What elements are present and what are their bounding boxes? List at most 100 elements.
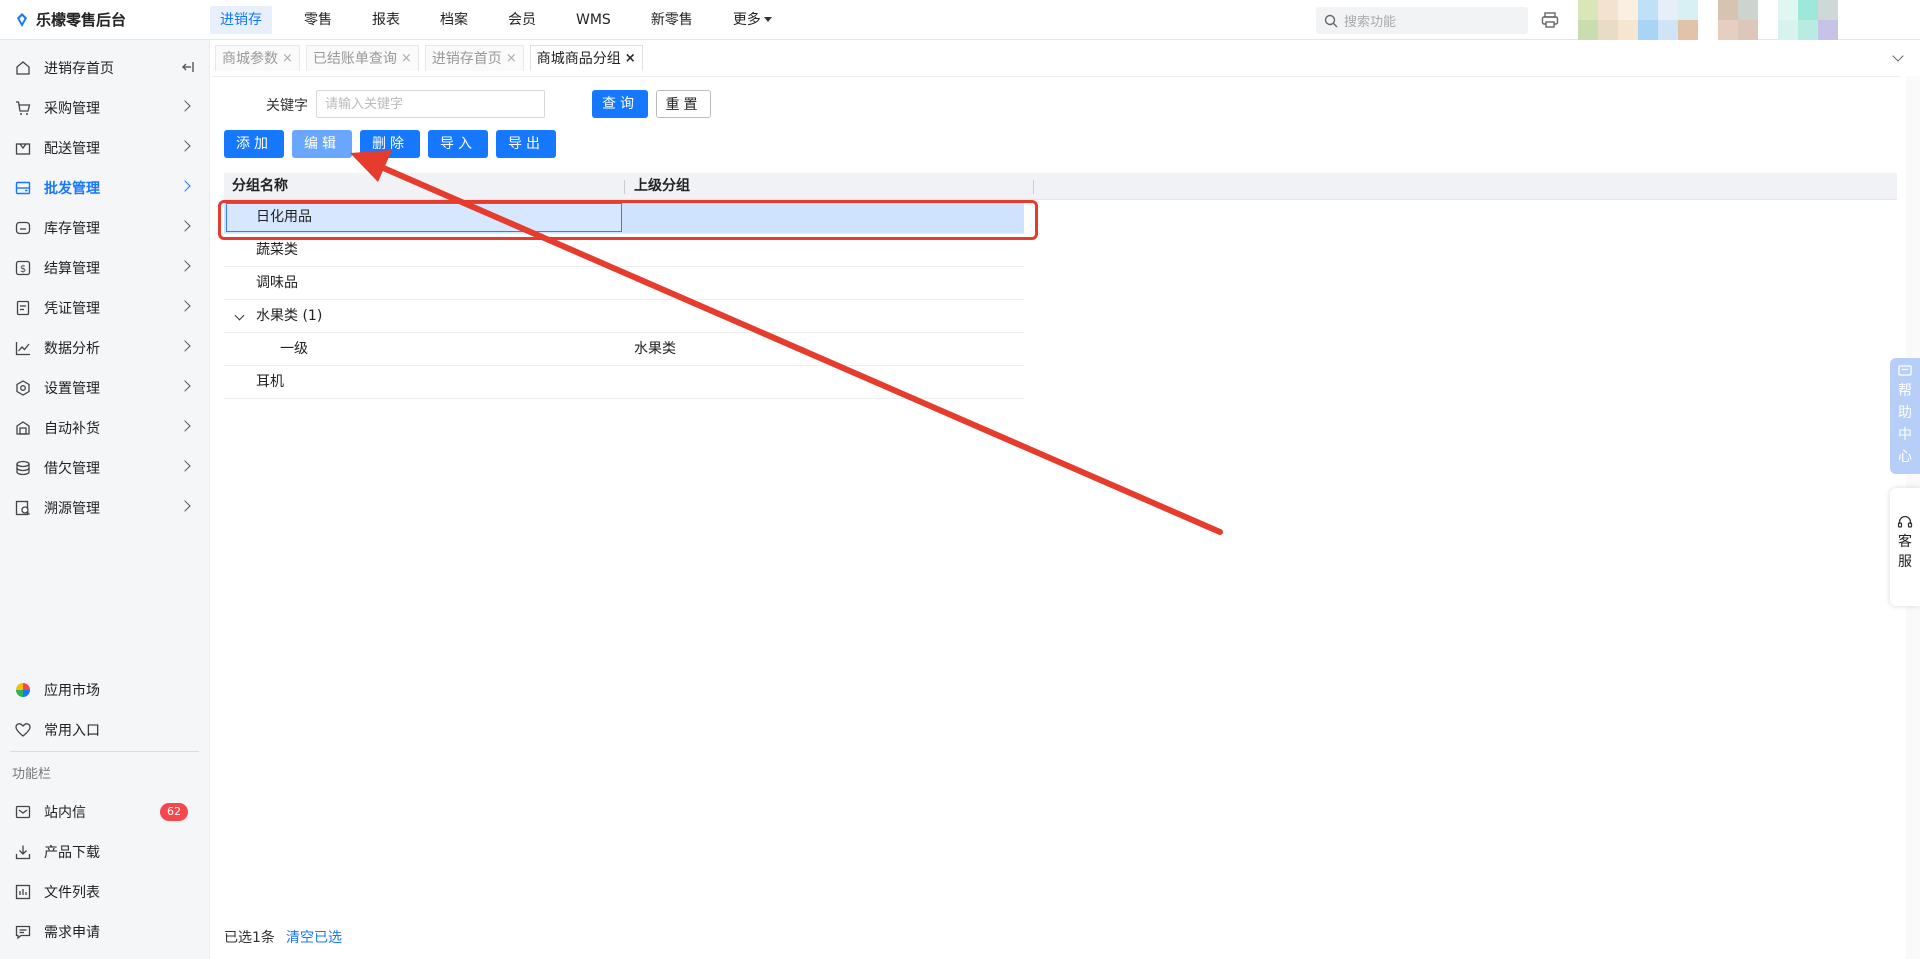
sidebar-item-label: 产品下载 (44, 845, 100, 861)
replenish-icon (14, 419, 32, 437)
column-header-parent-group[interactable]: 上级分组 (634, 173, 690, 200)
topnav-more-label: 更多 (732, 11, 761, 28)
mail-icon (14, 803, 32, 821)
import-button[interactable]: 导入 (428, 130, 488, 158)
help-center-label: 帮助中心 (1898, 383, 1912, 465)
group-name-cell: 调味品 (256, 275, 298, 291)
chevron-right-icon (179, 140, 191, 152)
column-resizer[interactable] (624, 180, 625, 194)
sidebar-item-home[interactable]: 进销存首页 (0, 48, 209, 88)
printer-icon[interactable] (1540, 10, 1560, 30)
sidebar-item-voucher[interactable]: 凭证管理 (0, 288, 209, 328)
group-name-cell: 耳机 (256, 374, 284, 390)
collapse-sidebar-icon[interactable] (181, 60, 195, 74)
close-icon[interactable]: × (506, 46, 517, 72)
delete-button[interactable]: 删除 (360, 130, 420, 158)
sidebar-item-label: 常用入口 (44, 723, 100, 739)
column-resizer[interactable] (1033, 180, 1034, 194)
table-row[interactable]: 调味品 (224, 267, 1024, 300)
sidebar-item-file-list[interactable]: 文件列表 (0, 872, 210, 912)
close-icon[interactable]: × (401, 46, 412, 72)
topnav-archive[interactable]: 档案 (422, 6, 486, 34)
brand[interactable]: 乐檬零售后台 (0, 9, 210, 30)
delivery-icon (14, 139, 32, 157)
customer-service-float[interactable]: 客服 (1890, 488, 1920, 606)
column-header-group-name[interactable]: 分组名称 (232, 173, 288, 200)
sidebar-item-settlement[interactable]: $ 结算管理 (0, 248, 209, 288)
table-row[interactable]: 一级 水果类 (224, 333, 1024, 366)
topnav-member[interactable]: 会员 (490, 6, 554, 34)
topnav-jinxiaocun[interactable]: 进销存 (210, 5, 272, 34)
chevron-right-icon (179, 500, 191, 512)
chevron-right-icon (179, 100, 191, 112)
help-center-float[interactable]: 帮助中心 (1890, 358, 1920, 474)
keyword-label: 关键字 (266, 98, 308, 114)
add-button[interactable]: 添加 (224, 130, 284, 158)
sidebar-item-delivery[interactable]: 配送管理 (0, 128, 209, 168)
sidebar-item-label: 文件列表 (44, 885, 100, 901)
sidebar-item-label: 批发管理 (44, 181, 100, 197)
request-icon (14, 923, 32, 941)
group-name-cell: 水果类 (1) (256, 308, 323, 324)
chevron-right-icon (179, 300, 191, 312)
keyword-input[interactable] (316, 90, 545, 118)
top-nav: 进销存 零售 报表 档案 会员 WMS 新零售 更多 (210, 0, 794, 40)
help-icon (1898, 365, 1912, 376)
tab-label: 进销存首页 (431, 50, 502, 67)
tab-mall-product-group[interactable]: 商城商品分组 × (529, 45, 643, 72)
sidebar-item-label: 借欠管理 (44, 461, 100, 477)
close-icon[interactable]: × (625, 46, 636, 72)
tab-mall-params[interactable]: 商城参数 × (215, 45, 300, 71)
query-button[interactable]: 查询 (592, 90, 648, 118)
tabs-dropdown-icon[interactable] (1892, 50, 1904, 62)
top-bar: 乐檬零售后台 进销存 零售 报表 档案 会员 WMS 新零售 更多 搜索功能 (0, 0, 1920, 40)
topnav-new-retail[interactable]: 新零售 (633, 6, 711, 34)
edit-button[interactable]: 编辑 (292, 130, 352, 158)
tab-label: 商城商品分组 (536, 50, 621, 67)
sidebar-item-messages[interactable]: 站内信 62 (0, 792, 210, 832)
export-button[interactable]: 导出 (496, 130, 556, 158)
tab-jxc-home[interactable]: 进销存首页 × (424, 45, 524, 72)
close-icon[interactable]: × (282, 46, 293, 72)
unread-badge: 62 (160, 803, 188, 821)
chevron-right-icon (179, 220, 191, 232)
sidebar-item-download[interactable]: 产品下载 (0, 832, 210, 872)
home-icon (14, 59, 32, 77)
sidebar-item-wholesale[interactable]: 批发管理 (0, 168, 209, 208)
table-row[interactable]: 耳机 (224, 366, 1024, 399)
selection-count: 已选1条 (224, 930, 275, 946)
tab-settled-bills[interactable]: 已结账单查询 × (305, 45, 419, 72)
sidebar-item-app-market[interactable]: 应用市场 (0, 670, 210, 710)
sidebar-item-label: 需求申请 (44, 925, 100, 941)
topnav-more[interactable]: 更多 (715, 6, 790, 34)
sidebar-item-request[interactable]: 需求申请 (0, 912, 210, 952)
sidebar-item-debt[interactable]: 借欠管理 (0, 448, 209, 488)
topnav-report[interactable]: 报表 (354, 6, 418, 34)
sidebar-item-inventory[interactable]: 库存管理 (0, 208, 209, 248)
search-input[interactable]: 搜索功能 (1316, 7, 1528, 34)
chart-icon (14, 339, 32, 357)
sidebar-item-settings[interactable]: 设置管理 (0, 368, 209, 408)
user-avatar-mosaic[interactable] (1578, 0, 1878, 40)
sidebar-item-label: 进销存首页 (44, 61, 114, 77)
sidebar-item-analytics[interactable]: 数据分析 (0, 328, 209, 368)
search-placeholder: 搜索功能 (1344, 15, 1397, 30)
sidebar-divider (10, 751, 199, 752)
group-name-cell: 一级 (280, 341, 308, 357)
sidebar-item-label: 自动补货 (44, 421, 100, 437)
coins-icon (14, 459, 32, 477)
topnav-wms[interactable]: WMS (558, 6, 629, 34)
reset-button[interactable]: 重置 (656, 90, 711, 118)
sidebar-item-trace[interactable]: 溯源管理 (0, 488, 209, 528)
voucher-icon (14, 299, 32, 317)
chevron-right-icon (179, 340, 191, 352)
sidebar-item-purchase[interactable]: 采购管理 (0, 88, 209, 128)
clear-selection-link[interactable]: 清空已选 (286, 927, 342, 947)
topnav-retail[interactable]: 零售 (286, 6, 350, 34)
sidebar-item-replenish[interactable]: 自动补货 (0, 408, 209, 448)
sidebar-item-label: 溯源管理 (44, 501, 100, 517)
sidebar-item-favorites[interactable]: 常用入口 (0, 710, 210, 750)
table-row[interactable]: 水果类 (1) (224, 300, 1024, 333)
chevron-down-icon[interactable] (234, 310, 245, 321)
sidebar-item-label: 数据分析 (44, 341, 100, 357)
